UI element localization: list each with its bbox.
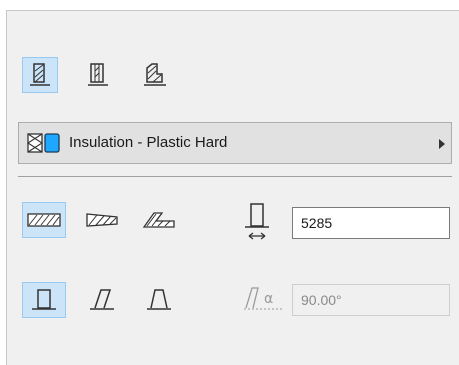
- wall-polygon-button[interactable]: [137, 202, 181, 238]
- wall-slanted-icon: [90, 289, 114, 310]
- wall-double-slanted-icon: [147, 289, 171, 310]
- material-dropdown[interactable]: Insulation - Plastic Hard: [18, 122, 452, 164]
- wall-trapezoid-icon: [86, 213, 118, 227]
- wall-trapezoid-button[interactable]: [80, 202, 124, 238]
- submenu-arrow-icon: [439, 139, 445, 149]
- svg-text:α: α: [264, 291, 273, 307]
- wall-profile-button[interactable]: [137, 57, 173, 93]
- wall-straight-icon: [27, 213, 61, 227]
- wall-polygon-icon: [142, 212, 175, 228]
- wall-thickness-input[interactable]: [292, 207, 450, 239]
- wall-slanted-button[interactable]: [80, 282, 124, 318]
- section-separator: [18, 176, 452, 177]
- wall-double-slanted-button[interactable]: [137, 282, 181, 318]
- wall-outline-button[interactable]: [22, 57, 58, 93]
- wall-profile-icon: [144, 63, 166, 86]
- material-label: Insulation - Plastic Hard: [69, 134, 228, 151]
- wall-thickness-icon: [245, 203, 269, 240]
- wall-vertical-button[interactable]: [22, 282, 66, 318]
- slant-angle-input[interactable]: [292, 284, 450, 316]
- wall-core-button[interactable]: [80, 57, 116, 93]
- insulation-material-icon: [27, 133, 60, 153]
- wall-outline-icon: [30, 63, 50, 86]
- slant-angle-icon: α: [244, 287, 282, 310]
- wall-core-icon: [88, 63, 108, 86]
- wall-straight-button[interactable]: [22, 202, 66, 238]
- wall-vertical-icon: [32, 289, 56, 310]
